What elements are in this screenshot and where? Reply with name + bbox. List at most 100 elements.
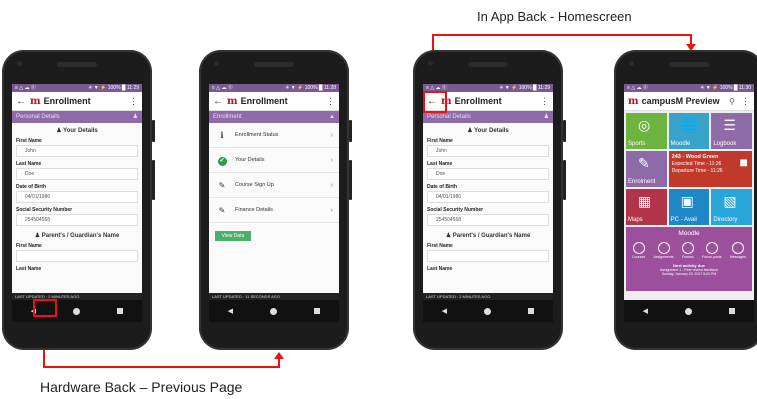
guardian-label: Parent's / Guardian's Name (452, 233, 531, 239)
camera (17, 61, 22, 66)
hardware-back-icon[interactable]: ◀ (643, 307, 648, 315)
menu-item-enrollment-status[interactable]: i Enrollment Status › (209, 123, 339, 148)
home-icon[interactable] (270, 307, 278, 315)
earpiece (669, 62, 709, 67)
overflow-menu-icon[interactable]: ⋮ (741, 96, 750, 107)
menu-item-course-sign-up[interactable]: ✎ Course Sign Up › (209, 173, 339, 198)
overflow-menu-icon[interactable]: ⋮ (540, 96, 549, 107)
home-icon[interactable] (484, 307, 492, 315)
back-arrow-icon[interactable]: ← (16, 96, 30, 107)
moodle-messages[interactable]: Messages (730, 242, 746, 259)
screen: ≡ △ ☁ ⓖ ✳ ▼ ⚡ 100% █ 11:29 ← m Enrollmen… (423, 84, 553, 300)
arrow-bottom-horizontal (43, 366, 280, 368)
overflow-menu-icon[interactable]: ⋮ (129, 96, 138, 107)
search-icon[interactable]: ⚲ (729, 97, 735, 106)
power-button[interactable] (152, 120, 155, 142)
recents-icon[interactable] (117, 308, 124, 314)
tile-enrolment[interactable]: ✎ Enrolment (626, 151, 667, 187)
volume-button[interactable] (152, 160, 155, 200)
home-icon[interactable] (685, 307, 693, 315)
your-details-label: Your Details (63, 128, 98, 134)
guardian-heading: ♟ Parent's / Guardian's Name (12, 228, 142, 241)
page-title: Enrollment (454, 96, 502, 106)
view-data-button[interactable]: View Data (215, 231, 251, 241)
tile-sports[interactable]: ◎ Sports (626, 113, 667, 149)
tile-label: Enrolment (628, 179, 656, 185)
last-updated: LAST UPDATED : 2 MINUTES AGO (12, 293, 142, 300)
tile-label: Sports (628, 141, 646, 147)
moodle-courses[interactable]: Courses (632, 242, 645, 259)
ssn-field[interactable]: 254504568 (427, 214, 549, 226)
phone-homescreen: ≡ △ ☁ ⓖ ✳ ▼ ⚡ 100% █ 11:30 m campusM Pre… (614, 50, 757, 350)
monitor-icon: ▣ (680, 193, 694, 209)
section-header: Enrollment ▲ (209, 111, 339, 123)
bus-departure-time: Departure Time - 11:26 (671, 168, 723, 174)
hardware-back-icon[interactable]: ◀ (228, 307, 233, 315)
chevron-right-icon: › (330, 131, 333, 139)
hardware-back-icon[interactable]: ◀ (442, 307, 447, 315)
menu-item-finance-details[interactable]: ✎ Finance Details › (209, 198, 339, 223)
recents-icon[interactable] (729, 308, 736, 314)
tile-label: Moodle (670, 141, 691, 147)
caption-top: In App Back - Homescreen (477, 9, 632, 24)
camera (214, 61, 219, 66)
status-icons-right: ✳ ▼ ⚡ 100% █ 11:28 (285, 85, 336, 91)
moodle-widget[interactable]: Moodle Courses Assignments Forums Forum … (626, 227, 752, 291)
tile-logbook[interactable]: ☰ Logbook (711, 113, 752, 149)
field-label: Social Security Number (427, 207, 484, 213)
tile-directory[interactable]: ▧ Directory (711, 189, 752, 225)
caption-bottom: Hardware Back – Previous Page (40, 379, 243, 395)
section-header: Personal Details ♟ (12, 111, 142, 123)
app-bar: ← m Enrollment ⋮ (209, 92, 339, 111)
arrow-bottom-right-vertical (278, 358, 280, 368)
recents-icon[interactable] (314, 308, 321, 314)
bus-icon: ■ (739, 154, 748, 170)
volume-button[interactable] (349, 160, 352, 200)
last-name-field[interactable]: Doe (427, 168, 549, 180)
moodle-icon-label: Messages (729, 255, 746, 259)
status-bar: ≡ △ ☁ ⓖ ✳ ▼ ⚡ 100% █ 11:28 (209, 84, 339, 92)
moodle-assignments[interactable]: Assignments (653, 242, 674, 259)
chevron-right-icon: › (330, 156, 333, 164)
field-label: First Name (427, 138, 453, 144)
ssn-field[interactable]: 254504568 (16, 214, 138, 226)
tile-pc-avail[interactable]: ▣ PC - Avail (668, 189, 710, 225)
first-name-field[interactable]: John (16, 145, 138, 157)
dob-field[interactable]: 04/01/1986 (427, 191, 549, 203)
field-label: Date of Birth (16, 184, 46, 190)
highlight-hardware-back (33, 299, 57, 317)
guardian-first-name-field[interactable] (427, 250, 549, 262)
tile-bus-times[interactable]: 243 - Wood Green Expected Time - 11:26 D… (668, 151, 752, 187)
tile-maps[interactable]: ▦ Maps (626, 189, 667, 225)
section-title: Enrollment (213, 114, 242, 120)
power-button[interactable] (563, 120, 566, 142)
camera (629, 61, 634, 66)
menu-item-label: Finance Details (235, 207, 273, 213)
tile-moodle[interactable]: 🌐 Moodle (668, 113, 710, 149)
edit-icon: ✎ (218, 205, 226, 215)
check-glyph: ✔ (217, 156, 227, 166)
menu-item-label: Your Details (235, 157, 265, 163)
dob-field[interactable]: 04/01/1986 (16, 191, 138, 203)
power-button[interactable] (349, 120, 352, 142)
last-updated: LAST UPDATED : 2 MINUTES AGO (423, 293, 553, 300)
guardian-first-name-field[interactable] (16, 250, 138, 262)
recents-icon[interactable] (528, 308, 535, 314)
field-label: Last Name (16, 161, 42, 167)
highlight-in-app-back (423, 91, 447, 113)
home-icon[interactable] (73, 307, 81, 315)
last-name-field[interactable]: Doe (16, 168, 138, 180)
moodle-forums[interactable]: Forums (681, 242, 694, 259)
moodle-icons-row: Courses Assignments Forums Forum posts M… (626, 242, 752, 259)
first-name-field[interactable]: John (427, 145, 549, 157)
back-arrow-icon[interactable]: ← (213, 96, 227, 107)
overflow-menu-icon[interactable]: ⋮ (326, 96, 335, 107)
field-label: First Name (427, 243, 453, 249)
moodle-icon-label: Assignments (653, 255, 674, 259)
moodle-forum-posts[interactable]: Forum posts (702, 242, 722, 259)
your-details-heading: ♟ Your Details (423, 123, 553, 136)
menu-item-your-details[interactable]: ✔ Your Details › (209, 148, 339, 173)
status-icons-left: ≡ △ ☁ ⓖ (15, 85, 36, 91)
person-icon: ♟ (445, 233, 453, 239)
volume-button[interactable] (563, 160, 566, 200)
